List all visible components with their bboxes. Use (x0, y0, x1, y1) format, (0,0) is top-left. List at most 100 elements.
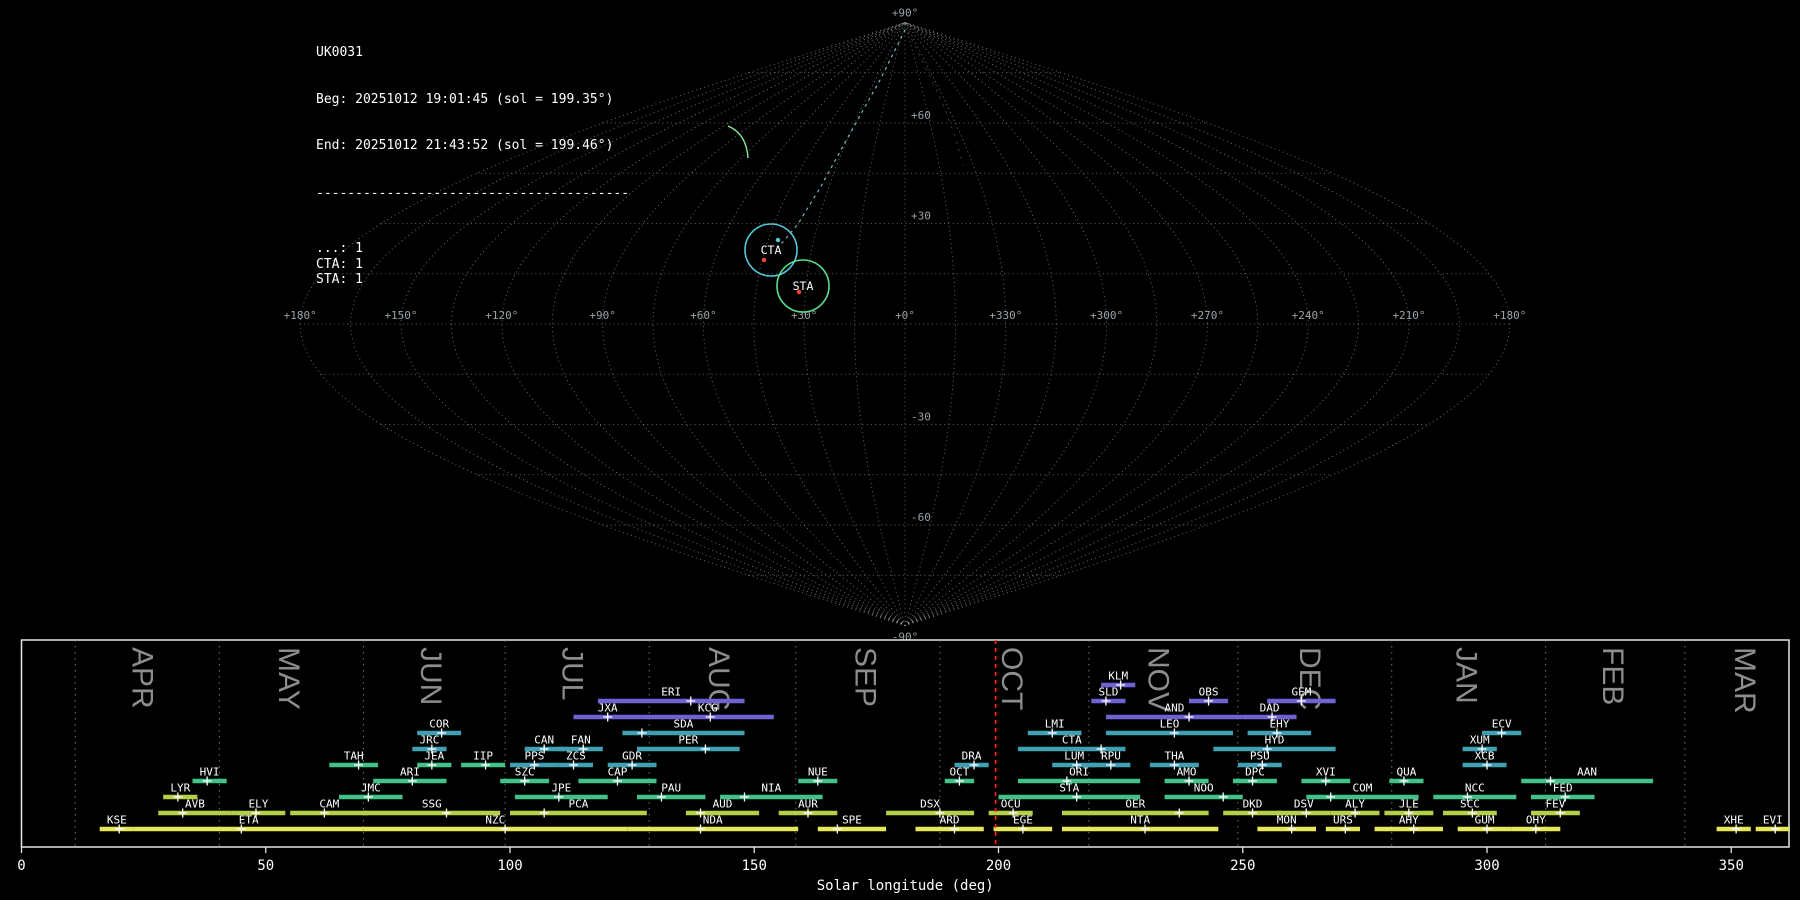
shower-code: COR (429, 718, 449, 731)
shower-code: GDR (622, 750, 642, 763)
shower-QUA: QUA (1389, 766, 1424, 786)
x-axis-title: Solar longitude (deg) (817, 878, 994, 894)
shower-code: CTA (1062, 734, 1082, 747)
shower-code: XUM (1470, 734, 1490, 747)
shower-code: AUR (798, 798, 818, 811)
shower-RPU: RPU (1091, 750, 1131, 770)
peak-marker (832, 824, 842, 834)
shower-code: NTA (1130, 814, 1150, 827)
peak-marker (1218, 792, 1228, 802)
latitude-label: -30 (911, 411, 931, 424)
shower-JEA: JEA (417, 750, 452, 770)
shower-NUE: NUE (798, 766, 838, 786)
longitude-label: +270° (1191, 309, 1224, 322)
shower-code: HYD (1265, 734, 1285, 747)
shower-code: NOO (1194, 782, 1214, 795)
month-label: MAR (1728, 647, 1761, 714)
longitude-label: +60° (690, 309, 717, 322)
shower-EGE: EGE (993, 814, 1053, 834)
shower-code: EHY (1269, 718, 1289, 731)
shower-code: JMC (361, 782, 381, 795)
latitude-label: +90° (892, 7, 919, 20)
shower-code: FED (1553, 782, 1573, 795)
shower-code: LUM (1064, 750, 1084, 763)
shower-EVI: EVI (1755, 814, 1790, 834)
shower-SPE: SPE (817, 814, 887, 834)
shower-code: THA (1164, 750, 1184, 763)
shower-code: SZC (515, 766, 535, 779)
shower-code: SLD (1098, 686, 1118, 699)
shower-PER: PER (637, 734, 740, 754)
shower-AUR: AUR (778, 798, 838, 818)
x-tick-label: 300 (1474, 858, 1499, 874)
shower-counts: ...: 1 CTA: 1 STA: 1 (316, 241, 629, 288)
peak-marker (539, 808, 549, 818)
shower-AHY: AHY (1374, 814, 1443, 834)
shower-code: OER (1125, 798, 1145, 811)
peak-marker (1326, 792, 1336, 802)
count-line: ...: 1 (316, 241, 363, 256)
shower-code: XHE (1724, 814, 1744, 827)
shower-code: FAN (571, 734, 591, 747)
shower-code: DSV (1294, 798, 1314, 811)
shower-code: ZCS (566, 750, 586, 763)
month-label: FEB (1596, 647, 1629, 705)
shower-code: PPS (524, 750, 544, 763)
peak-marker (686, 696, 696, 706)
shower-ARD: ARD (915, 814, 984, 834)
shower-JPE: JPE (514, 782, 608, 802)
shower-NZC: NZC (363, 814, 628, 834)
shower-code: HVI (200, 766, 220, 779)
shower-code: NCC (1465, 782, 1485, 795)
shower-NOO: NOO (1164, 782, 1243, 802)
shower-code: PAU (661, 782, 681, 795)
shower-AAN: AAN (1521, 766, 1654, 786)
count-line: CTA: 1 (316, 256, 363, 272)
shower-code: CAM (319, 798, 339, 811)
peak-marker (637, 728, 647, 738)
shower-code: STA (1059, 782, 1079, 795)
observation-info-panel: UK0031 Beg: 20251012 19:01:45 (sol = 199… (316, 14, 629, 319)
shower-code: IIP (473, 750, 493, 763)
shower-code: COM (1352, 782, 1372, 795)
x-tick-label: 250 (1230, 858, 1255, 874)
shower-code: AAN (1577, 766, 1597, 779)
shower-code: ALY (1345, 798, 1365, 811)
shower-code: QUA (1396, 766, 1416, 779)
shower-code: PSU (1250, 750, 1270, 763)
month-label: MAY (272, 647, 305, 710)
shower-code: LEO (1160, 718, 1180, 731)
activity-timeline: APR MAY JUN JUL AUG SEP OCT NOV DEC JAN FEB MARKLME… (17, 639, 1790, 894)
longitude-label: +210° (1392, 309, 1425, 322)
shower-code: NUE (808, 766, 828, 779)
shower-HYD: HYD (1213, 734, 1336, 754)
shower-HVI: HVI (192, 766, 227, 786)
shower-AVB: AVB (158, 798, 232, 818)
shower-TAH: TAH (329, 750, 379, 770)
shower-code: KCG (698, 702, 718, 715)
latitude-label: -60 (911, 511, 931, 524)
peak-marker (739, 792, 749, 802)
shower-JMC: JMC (339, 782, 403, 802)
shower-code: OBS (1199, 686, 1219, 699)
x-tick-label: 50 (257, 858, 274, 874)
x-tick-label: 150 (742, 858, 767, 874)
peak-marker (1174, 808, 1184, 818)
radiant-plot-canvas: +90° +60 +30 -30 -60 -90° +180° +150° +120° +90° +… (0, 0, 1800, 900)
shower-GUM: GUM (1457, 814, 1512, 834)
shower-code: NIA (761, 782, 781, 795)
shower-PCA: PCA (510, 798, 647, 818)
shower-code: LMI (1045, 718, 1065, 731)
shower-code: JXA (598, 702, 618, 715)
shower-code: OHY (1526, 814, 1546, 827)
shower-OBS: OBS (1189, 686, 1229, 706)
x-tick-label: 0 (17, 858, 25, 874)
shower-code: EVI (1763, 814, 1783, 827)
shower-code: DAD (1260, 702, 1280, 715)
shower-code: AMO (1177, 766, 1197, 779)
shower-code: CAN (534, 734, 554, 747)
shower-code: KLM (1108, 670, 1128, 683)
shower-code: JEA (424, 750, 444, 763)
separator-line: ---------------------------------------- (316, 185, 630, 201)
shower-code: SCC (1460, 798, 1480, 811)
